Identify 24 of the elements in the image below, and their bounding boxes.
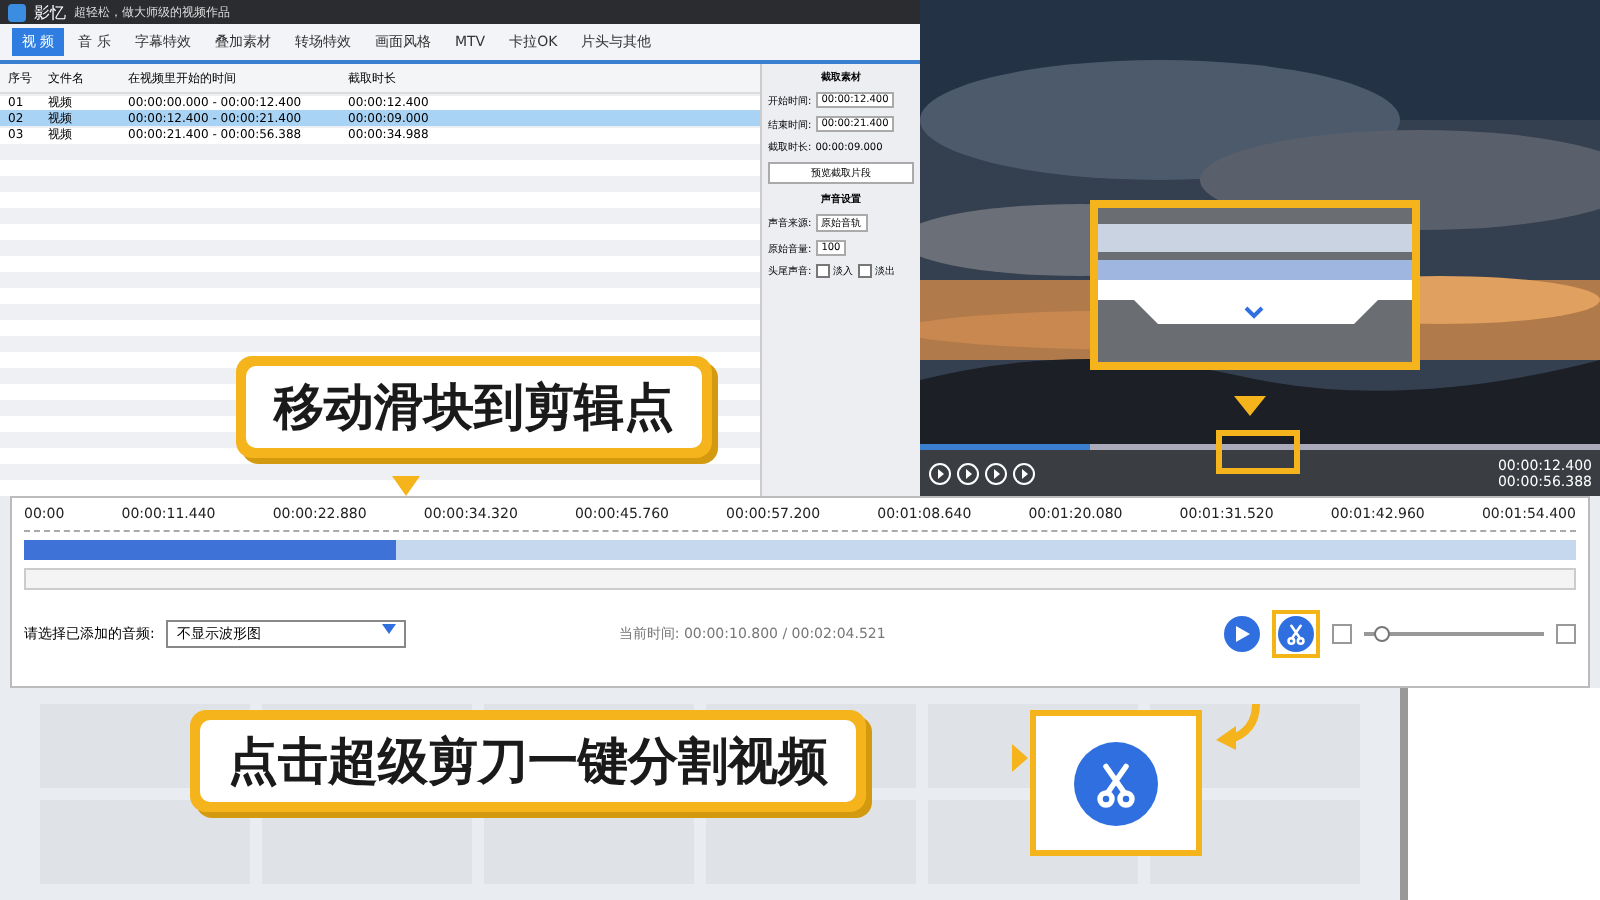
highlight-frame — [1216, 430, 1300, 474]
app-logo-icon — [8, 3, 26, 21]
player-button-icon[interactable] — [984, 461, 1008, 485]
player-button-icon[interactable] — [928, 461, 952, 485]
zoom-in-button[interactable] — [1556, 624, 1576, 644]
play-button[interactable] — [1224, 616, 1260, 652]
dropdown-caret-icon — [382, 624, 397, 634]
callout-text: 点击超级剪刀一键分割视频 — [200, 720, 856, 802]
curved-arrow-icon — [1212, 700, 1264, 752]
play-icon — [1234, 626, 1250, 642]
pointer-icon — [1234, 396, 1266, 416]
progress-track[interactable] — [920, 444, 1600, 450]
zoom-out-button[interactable] — [1332, 624, 1352, 644]
timeline-track[interactable] — [24, 540, 1576, 560]
scissors-icon — [1282, 620, 1310, 648]
scissors-button[interactable] — [1278, 616, 1314, 652]
window-title: 影忆 — [34, 1, 66, 23]
callout-text: 移动滑块到剪辑点 — [246, 366, 702, 448]
player-button-icon[interactable] — [1012, 461, 1036, 485]
checkbox[interactable] — [857, 264, 872, 278]
slider-thumb[interactable] — [1373, 626, 1389, 642]
checkbox[interactable] — [815, 264, 830, 278]
player-button-icon[interactable] — [956, 461, 980, 485]
scrollbar[interactable] — [24, 568, 1576, 590]
